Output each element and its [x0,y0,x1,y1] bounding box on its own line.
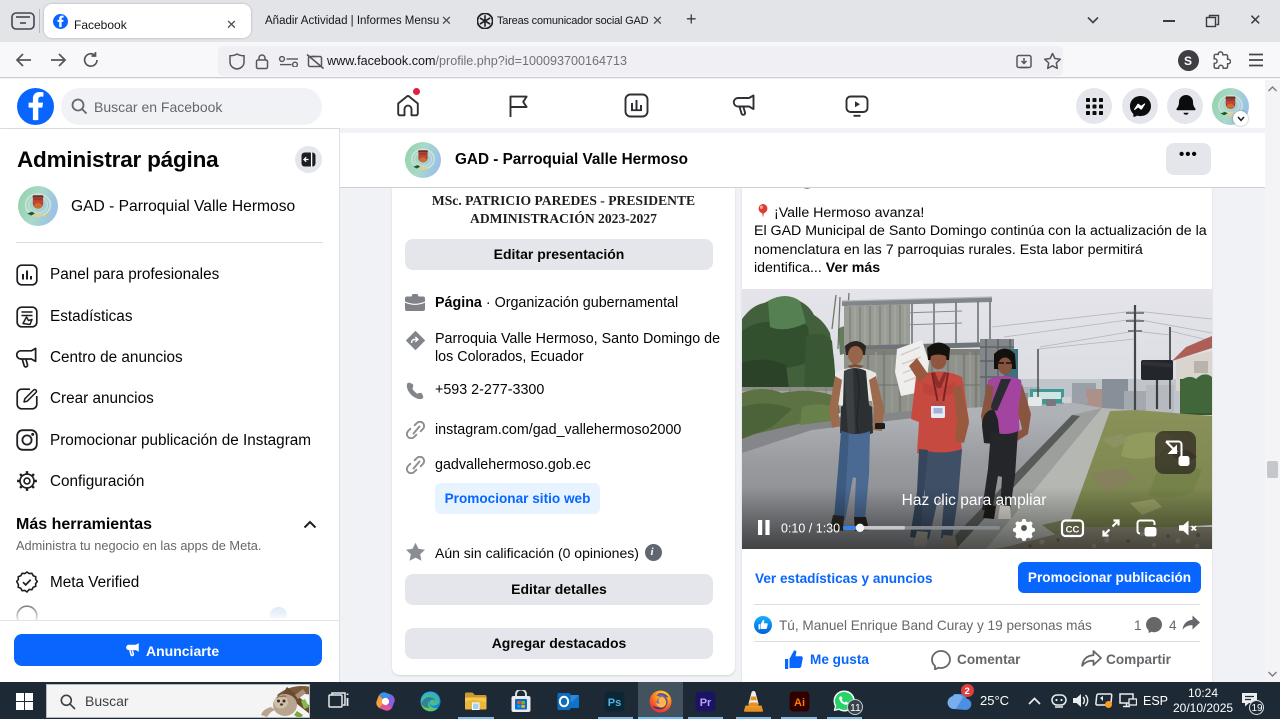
svg-text:CC: CC [1066,525,1080,536]
svg-text:0:10 / 1:30: 0:10 / 1:30 [781,522,840,536]
svg-text:Ps: Ps [608,697,621,709]
svg-text:Haz clic para ampliar: Haz clic para ampliar [902,492,1047,509]
svg-text:Pr: Pr [700,697,712,709]
svg-text:Ai: Ai [794,697,805,709]
